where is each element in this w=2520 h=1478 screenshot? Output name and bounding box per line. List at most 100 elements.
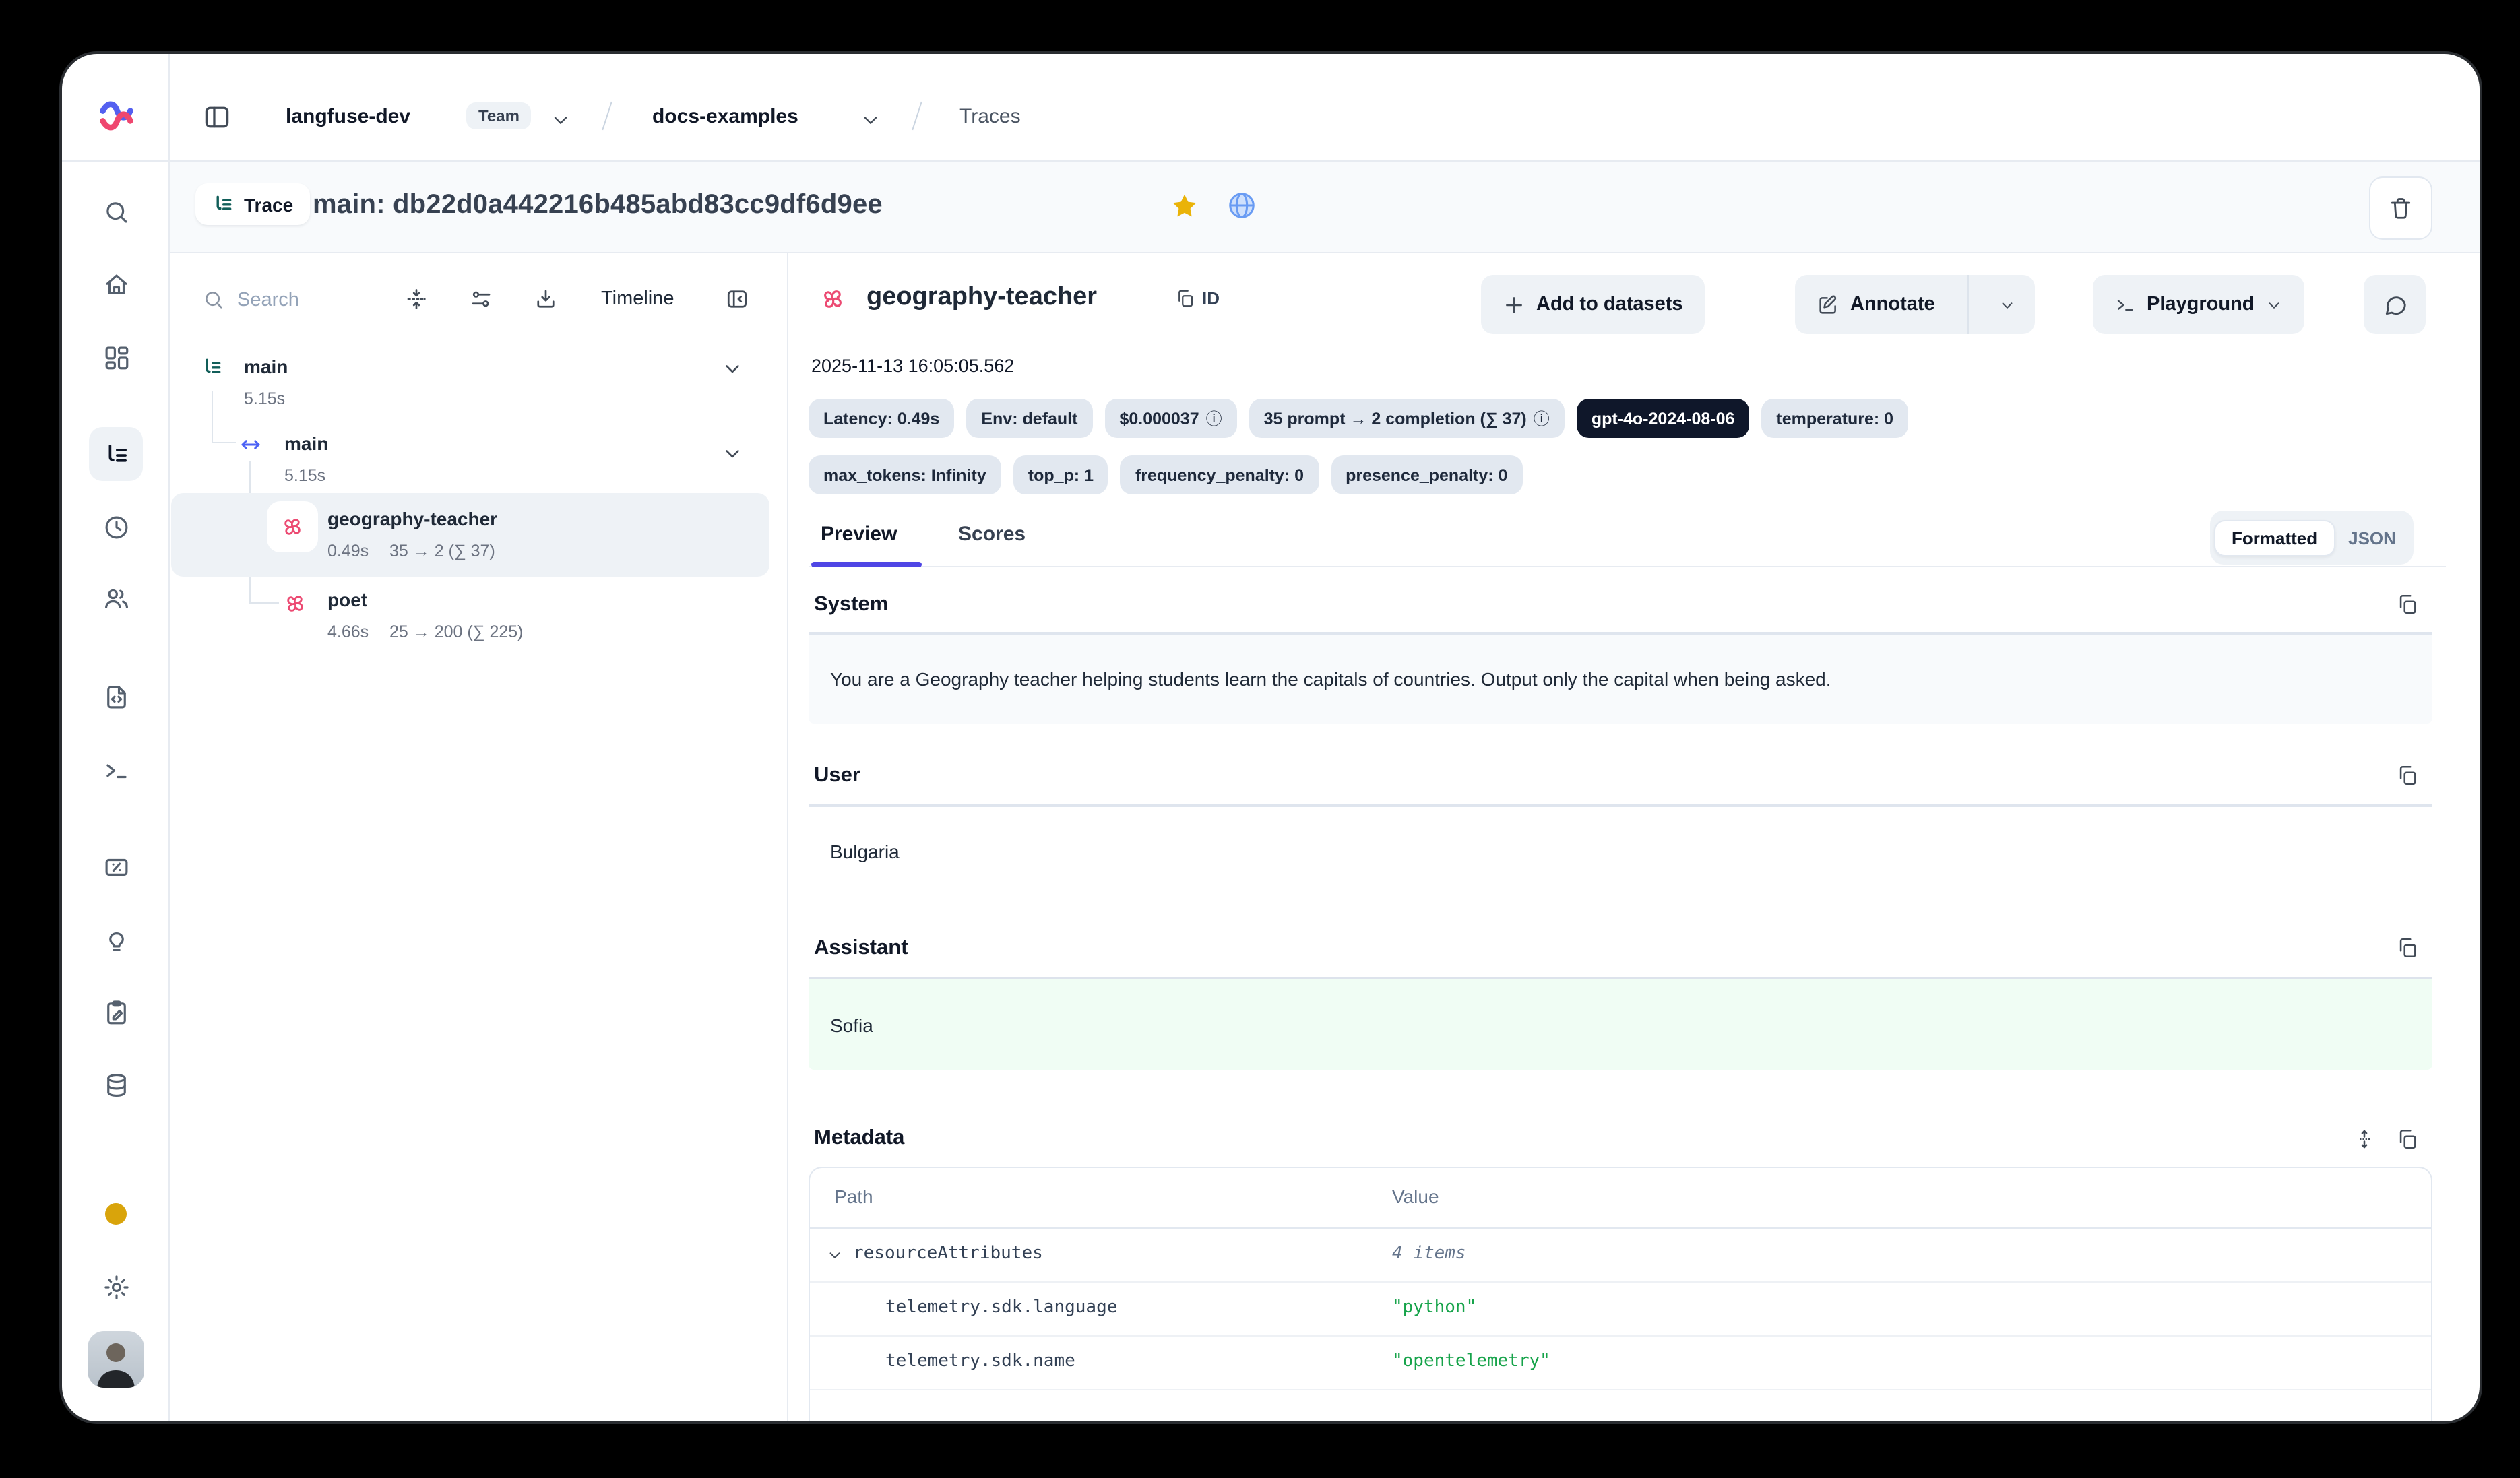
- sidebar-item-users[interactable]: [89, 571, 143, 625]
- sidebar-toggle-button[interactable]: [202, 102, 232, 132]
- tree-node-label: geography-teacher: [327, 508, 497, 529]
- tree-node-duration: 0.49s: [327, 542, 369, 560]
- tree-search-placeholder[interactable]: Search: [237, 290, 299, 311]
- expand-vertical-icon: [2353, 1128, 2376, 1151]
- sidebar-item-annotation[interactable]: [89, 985, 143, 1039]
- tree-node-main-trace[interactable]: main: [171, 345, 769, 391]
- project-chevron[interactable]: [860, 109, 881, 131]
- breadcrumb-org[interactable]: langfuse-dev: [286, 105, 410, 128]
- clipboard-pen-icon: [102, 998, 130, 1026]
- metadata-value: "opentelemetry": [1392, 1351, 1550, 1372]
- copy-system-button[interactable]: [2396, 593, 2419, 616]
- badges-row-1: Latency: 0.49s Env: default $0.000037ⓘ 3…: [809, 399, 1908, 438]
- system-content: You are a Geography teacher helping stud…: [830, 668, 1831, 690]
- collapse-all-button[interactable]: [404, 287, 429, 311]
- tree-search[interactable]: [202, 288, 225, 311]
- timeline-toggle[interactable]: Timeline: [601, 288, 674, 310]
- metadata-row-resource-attributes[interactable]: resourceAttributes 4 items: [810, 1227, 2431, 1283]
- sidebar-item-prompts[interactable]: [89, 670, 143, 724]
- metadata-table: Path Value resourceAttributes 4 items te…: [809, 1167, 2432, 1421]
- system-role-label: System: [814, 593, 888, 617]
- annotate-button[interactable]: Annotate: [1795, 275, 1957, 334]
- tree-node-duration: 4.66s: [327, 622, 369, 641]
- max-tokens-badge: max_tokens: Infinity: [809, 455, 1001, 494]
- playground-label: Playground: [2147, 294, 2255, 315]
- collapse-panel-button[interactable]: [725, 287, 749, 311]
- tree-node-poet[interactable]: poet 4.66s 25 → 200 (∑ 225): [171, 582, 769, 666]
- env-badge: Env: default: [966, 399, 1092, 438]
- metadata-value: 4 items: [1392, 1244, 1466, 1264]
- id-label: ID: [1202, 288, 1220, 309]
- metadata-row-sdk-name[interactable]: telemetry.sdk.name "opentelemetry": [810, 1335, 2431, 1390]
- generation-icon: [282, 590, 309, 617]
- copy-metadata-button[interactable]: [2396, 1128, 2419, 1151]
- tab-preview[interactable]: Preview: [821, 523, 897, 546]
- annotate-dropdown-button[interactable]: [1980, 275, 2035, 334]
- user-content: Bulgaria: [830, 841, 900, 862]
- user-role-label: User: [814, 764, 860, 788]
- metadata-value: "python": [1392, 1297, 1476, 1318]
- download-button[interactable]: [534, 287, 558, 311]
- public-link-button[interactable]: [1226, 190, 1257, 221]
- langfuse-logo[interactable]: [98, 98, 133, 133]
- assistant-role-label: Assistant: [814, 936, 908, 961]
- cost-badge[interactable]: $0.000037ⓘ: [1104, 399, 1236, 438]
- bookmark-star-button[interactable]: [1170, 191, 1199, 221]
- copy-user-button[interactable]: [2396, 764, 2419, 787]
- org-type-badge: Team: [466, 102, 532, 129]
- tab-scores[interactable]: Scores: [958, 523, 1026, 546]
- generation-icon: [279, 513, 306, 540]
- tree-node-main-span[interactable]: main: [171, 422, 769, 468]
- tree-node-label: main: [244, 356, 288, 377]
- sidebar-item-tracing[interactable]: [89, 427, 143, 481]
- copy-assistant-button[interactable]: [2396, 936, 2419, 959]
- annotate-split-button[interactable]: Annotate: [1795, 275, 2035, 334]
- timestamp: 2025-11-13 16:05:05.562: [811, 356, 1014, 376]
- model-badge[interactable]: gpt-4o-2024-08-06: [1577, 399, 1750, 438]
- sidebar-item-search[interactable]: [89, 185, 143, 238]
- expand-metadata-button[interactable]: [2353, 1128, 2376, 1151]
- avatar-image: [88, 1331, 144, 1388]
- sidebar-item-datasets[interactable]: [89, 1058, 143, 1112]
- sidebar-item-playground[interactable]: [89, 742, 143, 796]
- org-chevron[interactable]: [550, 109, 571, 131]
- breadcrumb-separator: [602, 102, 612, 130]
- playground-button[interactable]: Playground: [2093, 275, 2304, 334]
- breadcrumb-section[interactable]: Traces: [959, 105, 1021, 128]
- tree-settings-button[interactable]: [469, 287, 493, 311]
- sidebar-item-settings[interactable]: [89, 1260, 143, 1314]
- comment-button[interactable]: [2364, 275, 2426, 334]
- copy-icon: [2396, 1128, 2419, 1151]
- sidebar-item-dashboards[interactable]: [89, 330, 143, 384]
- column-value: Value: [1392, 1186, 1439, 1207]
- sidebar-item-home[interactable]: [89, 257, 143, 311]
- copy-id-button[interactable]: ID: [1175, 288, 1220, 309]
- breadcrumb-project[interactable]: docs-examples: [652, 105, 798, 128]
- sidebar-item-llm-as-judge[interactable]: [89, 839, 143, 893]
- delete-trace-button[interactable]: [2369, 176, 2432, 240]
- metadata-path: telemetry.sdk.language: [885, 1297, 1117, 1318]
- tree-node-duration: 5.15s: [244, 389, 285, 408]
- plus-icon: [1503, 293, 1525, 316]
- trace-title: main: db22d0a442216b485abd83cc9df6d9ee: [313, 190, 883, 221]
- format-toggle[interactable]: Formatted JSON: [2210, 511, 2414, 565]
- add-to-datasets-button[interactable]: Add to datasets: [1481, 275, 1705, 334]
- trace-icon: [212, 193, 234, 216]
- format-toggle-json[interactable]: JSON: [2335, 521, 2409, 554]
- tree-node-label: poet: [327, 589, 367, 610]
- tracing-icon: [102, 440, 130, 468]
- sidebar-item-sessions[interactable]: [89, 500, 143, 554]
- format-toggle-formatted[interactable]: Formatted: [2214, 519, 2335, 556]
- terminal-icon: [2114, 294, 2136, 315]
- comment-icon: [2382, 292, 2407, 317]
- sidebar-item-insights[interactable]: [89, 913, 143, 967]
- split-divider: [1967, 275, 1969, 334]
- user-avatar[interactable]: [88, 1331, 144, 1388]
- metadata-path: telemetry.sdk.name: [885, 1351, 1075, 1372]
- tokens-badge[interactable]: 35 prompt → 2 completion (∑ 37)ⓘ: [1249, 399, 1565, 438]
- metadata-row-sdk-language[interactable]: telemetry.sdk.language "python": [810, 1281, 2431, 1337]
- globe-icon: [1226, 190, 1257, 221]
- tree-node-geography-teacher[interactable]: geography-teacher 0.49s 35 → 2 (∑ 37): [171, 493, 769, 577]
- panel-collapse-left-icon: [725, 287, 749, 311]
- info-icon: ⓘ: [1206, 410, 1222, 426]
